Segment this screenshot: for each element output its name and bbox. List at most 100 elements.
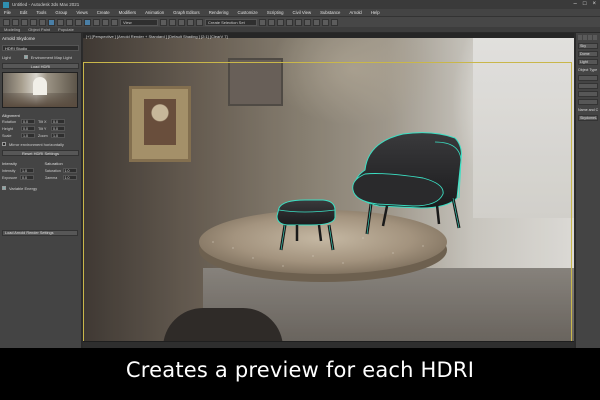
tilt-y-spinner[interactable]: 0.0 bbox=[51, 126, 65, 131]
snap-icon[interactable] bbox=[169, 18, 176, 26]
intensity-spinner[interactable]: 1.0 bbox=[20, 168, 34, 173]
exposure-row: Exposure 0.0 bbox=[2, 175, 37, 180]
menu-file[interactable]: File bbox=[4, 10, 11, 15]
motion-tab-icon[interactable] bbox=[593, 35, 597, 40]
render-frame-icon[interactable] bbox=[322, 18, 329, 26]
alignment-fields: Rotation 0.0 Tilt X 0.0 Height 0.0 Tilt … bbox=[2, 119, 79, 138]
scale-spinner[interactable]: 1.0 bbox=[21, 133, 35, 138]
menu-rendering[interactable]: Rendering bbox=[209, 10, 229, 15]
menu-help[interactable]: Help bbox=[371, 10, 380, 15]
variable-energy-checkbox[interactable] bbox=[2, 186, 6, 190]
tab-object-paint[interactable]: Object Paint bbox=[28, 27, 50, 32]
thumbnail-window bbox=[33, 77, 47, 95]
gamma-spinner[interactable]: 1.0 bbox=[62, 175, 77, 180]
render-settings-button[interactable]: Load Arnold Render Settings bbox=[2, 230, 78, 236]
window-crossing-icon[interactable] bbox=[75, 18, 82, 26]
rotation-spinner[interactable]: 0.0 bbox=[21, 119, 35, 124]
field-label: Zoom bbox=[38, 133, 48, 138]
category-dome[interactable]: Dome bbox=[578, 51, 598, 57]
menu-tools[interactable]: Tools bbox=[36, 10, 46, 15]
spinner-snap-icon[interactable] bbox=[196, 18, 203, 26]
env-map-label: Environment Map Light bbox=[30, 54, 72, 60]
menu-substance[interactable]: Substance bbox=[320, 10, 340, 15]
schematic-icon[interactable] bbox=[295, 18, 302, 26]
select-icon[interactable] bbox=[48, 18, 55, 26]
bind-icon[interactable] bbox=[39, 18, 46, 26]
tab-populate[interactable]: Populate bbox=[58, 27, 74, 32]
menu-bar: File Edit Tools Group Views Create Modif… bbox=[0, 9, 600, 16]
angle-snap-icon[interactable] bbox=[178, 18, 185, 26]
mirror-row: Mirror environment horizontally bbox=[2, 141, 79, 147]
percent-snap-icon[interactable] bbox=[187, 18, 194, 26]
tab-modeling[interactable]: Modeling bbox=[4, 27, 20, 32]
object-button[interactable] bbox=[578, 83, 598, 89]
placement-icon[interactable] bbox=[111, 18, 118, 26]
create-tab-icon[interactable] bbox=[578, 35, 582, 40]
material-editor-icon[interactable] bbox=[304, 18, 311, 26]
viewport-label[interactable]: [+] [Perspective ] [Arnold Render + Stan… bbox=[86, 34, 228, 39]
object-button[interactable] bbox=[578, 75, 598, 81]
close-button[interactable]: × bbox=[592, 1, 596, 7]
time-slider[interactable] bbox=[83, 341, 574, 348]
menu-edit[interactable]: Edit bbox=[20, 10, 27, 15]
menu-graph-editors[interactable]: Graph Editors bbox=[173, 10, 200, 15]
category-light[interactable]: Light bbox=[578, 59, 598, 65]
render-icon[interactable] bbox=[331, 18, 338, 26]
redo-icon[interactable] bbox=[12, 18, 19, 26]
link-icon[interactable] bbox=[21, 18, 28, 26]
object-name-field[interactable]: SkydomeLight001 bbox=[578, 115, 598, 121]
rect-select-icon[interactable] bbox=[66, 18, 73, 26]
saturation-spinner[interactable]: 1.0 bbox=[62, 168, 77, 173]
zoom-spinner[interactable]: 1.0 bbox=[51, 133, 65, 138]
menu-create[interactable]: Create bbox=[97, 10, 110, 15]
render-setup-icon[interactable] bbox=[313, 18, 320, 26]
reset-hdri-button[interactable]: Reset HDRI Settings bbox=[2, 150, 79, 156]
curve-editor-icon[interactable] bbox=[286, 18, 293, 26]
menu-animation[interactable]: Animation bbox=[145, 10, 164, 15]
mirror-checkbox[interactable] bbox=[2, 142, 6, 146]
select-by-name-icon[interactable] bbox=[57, 18, 64, 26]
move-icon[interactable] bbox=[84, 18, 91, 26]
menu-civil-view[interactable]: Civil View bbox=[293, 10, 312, 15]
menu-modifiers[interactable]: Modifiers bbox=[119, 10, 136, 15]
scale-icon[interactable] bbox=[102, 18, 109, 26]
align-icon[interactable] bbox=[268, 18, 275, 26]
alignment-group: Alignment Rotation 0.0 Tilt X 0.0 Height… bbox=[2, 113, 79, 156]
menu-views[interactable]: Views bbox=[76, 10, 87, 15]
menu-customize[interactable]: Customize bbox=[238, 10, 258, 15]
app-icon bbox=[3, 1, 9, 8]
menu-arnold[interactable]: Arnold bbox=[349, 10, 361, 15]
env-map-checkbox[interactable] bbox=[23, 55, 28, 59]
minimize-button[interactable]: – bbox=[574, 1, 577, 7]
menu-group[interactable]: Group bbox=[55, 10, 67, 15]
load-hdri-button[interactable]: Load HDRI bbox=[2, 63, 79, 69]
variable-energy-row: Variable Energy bbox=[2, 185, 79, 191]
main-toolbar: View Create Selection Set bbox=[0, 16, 600, 27]
name-color-rollout[interactable]: Name and Color bbox=[578, 108, 598, 112]
window-title: Untitled - Autodesk 3ds Max 2021 bbox=[12, 2, 80, 7]
maximize-button[interactable]: □ bbox=[583, 1, 587, 7]
unlink-icon[interactable] bbox=[30, 18, 37, 26]
hdri-preview-thumbnail[interactable] bbox=[2, 72, 78, 108]
category-sky[interactable]: Sky bbox=[578, 43, 598, 49]
modify-tab-icon[interactable] bbox=[583, 35, 587, 40]
object-type-rollout[interactable]: Object Type bbox=[578, 68, 598, 72]
menu-scripting[interactable]: Scripting bbox=[267, 10, 284, 15]
hdri-library-field[interactable]: HDRI Studio bbox=[2, 45, 79, 51]
pivot-icon[interactable] bbox=[160, 18, 167, 26]
object-button[interactable] bbox=[578, 91, 598, 97]
rotate-icon[interactable] bbox=[93, 18, 100, 26]
object-button[interactable] bbox=[578, 99, 598, 105]
height-spinner[interactable]: 0.0 bbox=[21, 126, 35, 131]
tilt-x-spinner[interactable]: 0.0 bbox=[51, 119, 65, 124]
undo-icon[interactable] bbox=[3, 18, 10, 26]
hierarchy-tab-icon[interactable] bbox=[588, 35, 592, 40]
mirror-icon[interactable] bbox=[259, 18, 266, 26]
saturation-row: Saturation 1.0 bbox=[45, 168, 80, 173]
title-bar: Untitled - Autodesk 3ds Max 2021 – □ × bbox=[0, 0, 600, 9]
perspective-viewport[interactable] bbox=[83, 38, 574, 348]
selection-set-dropdown[interactable]: Create Selection Set bbox=[205, 18, 257, 26]
layer-icon[interactable] bbox=[277, 18, 284, 26]
exposure-spinner[interactable]: 0.0 bbox=[20, 175, 34, 180]
reference-coord-dropdown[interactable]: View bbox=[120, 18, 158, 26]
